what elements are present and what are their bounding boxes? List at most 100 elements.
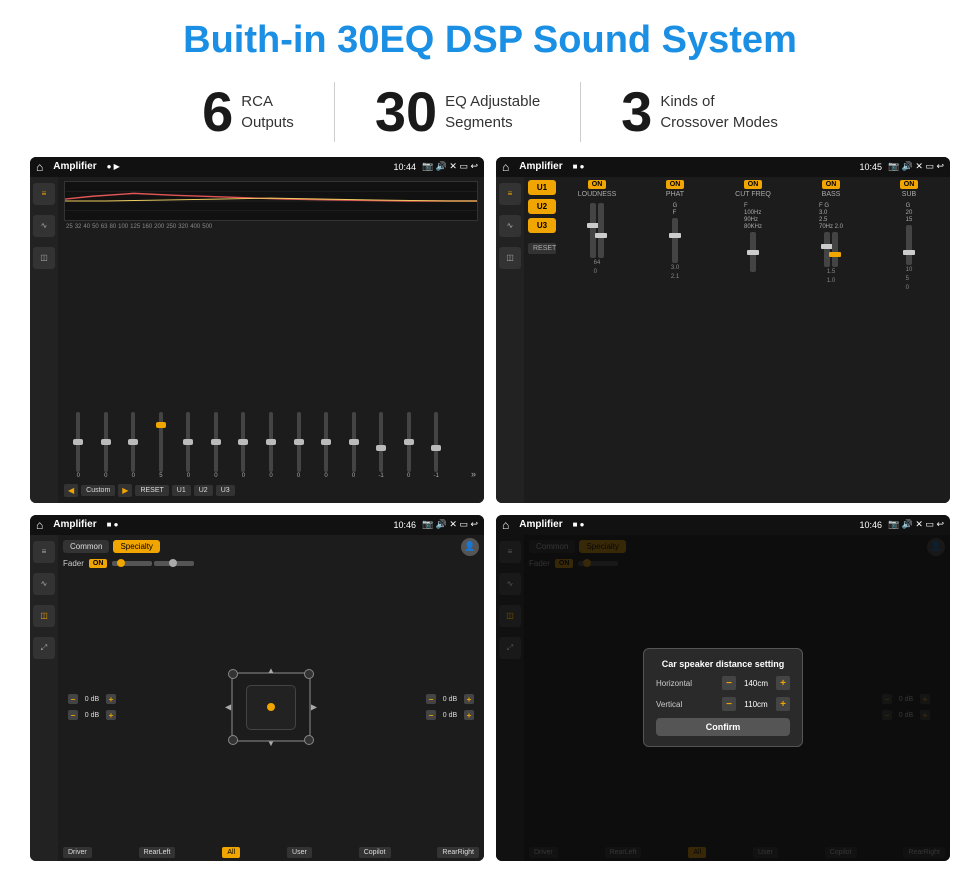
fader-thumb-2[interactable] [169,559,177,567]
more-icon[interactable]: » [471,469,476,479]
custom-btn[interactable]: Custom [81,485,115,496]
on-phat[interactable]: ON [666,180,685,189]
rearleft-btn[interactable]: RearLeft [139,847,176,858]
slider-thumb-12[interactable] [404,439,414,445]
reset-btn[interactable]: RESET [135,485,168,496]
vertical-minus-btn[interactable]: − [722,697,736,711]
sidebar-speaker-btn[interactable]: ◫ [33,247,55,269]
slider-track-3[interactable] [159,412,163,472]
thumb-sub[interactable] [903,250,915,255]
user-btn[interactable]: User [287,847,312,858]
slider-thumb-7[interactable] [266,439,276,445]
reset-amp-btn[interactable]: RESET [528,243,556,254]
u1-btn[interactable]: U1 [172,485,191,496]
sidebar-eq-btn-2[interactable]: ≡ [499,183,521,205]
person-icon-3[interactable]: 👤 [461,538,479,556]
sidebar-wave-btn-2[interactable]: ∿ [499,215,521,237]
slider-thumb-9[interactable] [321,439,331,445]
u3-amp-btn[interactable]: U3 [528,218,556,233]
prev-btn[interactable]: ◀ [64,484,78,497]
fader-track-1[interactable] [112,561,152,566]
sidebar-wave-btn-3[interactable]: ∿ [33,573,55,595]
slider-loudness-1[interactable] [590,203,596,258]
fader-label: Fader [63,559,84,568]
slider-thumb-10[interactable] [349,439,359,445]
u3-btn[interactable]: U3 [216,485,235,496]
thumb-cutfreq[interactable] [747,250,759,255]
on-sub[interactable]: ON [900,180,919,189]
all-btn[interactable]: All [222,847,240,858]
sidebar-expand-btn-3[interactable]: ⤢ [33,637,55,659]
db-plus-tl[interactable]: + [106,694,116,704]
slider-thumb-4[interactable] [183,439,193,445]
slider-thumb-6[interactable] [238,439,248,445]
thumb-phat[interactable] [669,233,681,238]
sidebar-wave-btn[interactable]: ∿ [33,215,55,237]
sidebar-eq-btn[interactable]: ≡ [33,183,55,205]
slider-thumb-11[interactable] [376,445,386,451]
rearright-btn[interactable]: RearRight [437,847,479,858]
arrow-left[interactable]: ◀ [225,703,231,712]
slider-track-13[interactable] [434,412,438,472]
slider-track-9[interactable] [324,412,328,472]
fader-track-2[interactable] [154,561,194,566]
confirm-button[interactable]: Confirm [656,718,790,736]
slider-track-11[interactable] [379,412,383,472]
slider-thumb-0[interactable] [73,439,83,445]
slider-cutfreq[interactable] [750,232,756,272]
slider-thumb-1[interactable] [101,439,111,445]
u1-amp-btn[interactable]: U1 [528,180,556,195]
db-plus-br[interactable]: + [464,710,474,720]
driver-btn[interactable]: Driver [63,847,92,858]
arrow-right[interactable]: ▶ [311,703,317,712]
slider-thumb-8[interactable] [294,439,304,445]
next-btn[interactable]: ▶ [118,484,132,497]
sidebar-speaker-btn-2[interactable]: ◫ [499,247,521,269]
slider-bass-1[interactable] [824,232,830,267]
slider-track-12[interactable] [407,412,411,472]
horizontal-minus-btn[interactable]: − [722,676,736,690]
u2-btn[interactable]: U2 [194,485,213,496]
slider-track-4[interactable] [186,412,190,472]
slider-track-10[interactable] [352,412,356,472]
sidebar-speaker-btn-3[interactable]: ◫ [33,605,55,627]
slider-thumb-5[interactable] [211,439,221,445]
on-bass[interactable]: ON [822,180,841,189]
slider-track-0[interactable] [76,412,80,472]
thumb-bass-2[interactable] [829,252,841,257]
slider-track-8[interactable] [297,412,301,472]
u2-amp-btn[interactable]: U2 [528,199,556,214]
slider-track-5[interactable] [214,412,218,472]
tab-specialty-3[interactable]: Specialty [113,540,159,553]
db-plus-tr[interactable]: + [464,694,474,704]
vertical-plus-btn[interactable]: + [776,697,790,711]
arrow-down[interactable]: ▼ [267,739,275,748]
horizontal-value: 140cm [740,679,772,688]
arrow-up[interactable]: ▲ [267,666,275,675]
slider-thumb-13[interactable] [431,445,441,451]
slider-track-6[interactable] [241,412,245,472]
slider-sub[interactable] [906,225,912,265]
slider-bass-2[interactable] [832,232,838,267]
slider-thumb-2[interactable] [128,439,138,445]
slider-track-7[interactable] [269,412,273,472]
db-plus-bl[interactable]: + [106,710,116,720]
on-cutfreq[interactable]: ON [744,180,763,189]
db-minus-tl[interactable]: − [68,694,78,704]
slider-track-1[interactable] [104,412,108,472]
slider-track-2[interactable] [131,412,135,472]
tab-common-3[interactable]: Common [63,540,109,553]
db-minus-tr[interactable]: − [426,694,436,704]
horizontal-plus-btn[interactable]: + [776,676,790,690]
slider-thumb-3[interactable] [156,422,166,428]
thumb-loudness-2[interactable] [595,233,607,238]
sidebar-eq-btn-3[interactable]: ≡ [33,541,55,563]
copilot-btn[interactable]: Copilot [359,847,391,858]
slider-loudness-2[interactable] [598,203,604,258]
db-minus-br[interactable]: − [426,710,436,720]
db-minus-bl[interactable]: − [68,710,78,720]
slider-phat[interactable] [672,218,678,263]
on-loudness[interactable]: ON [588,180,607,189]
fader-on-badge[interactable]: ON [89,559,108,568]
fader-thumb-1[interactable] [117,559,125,567]
